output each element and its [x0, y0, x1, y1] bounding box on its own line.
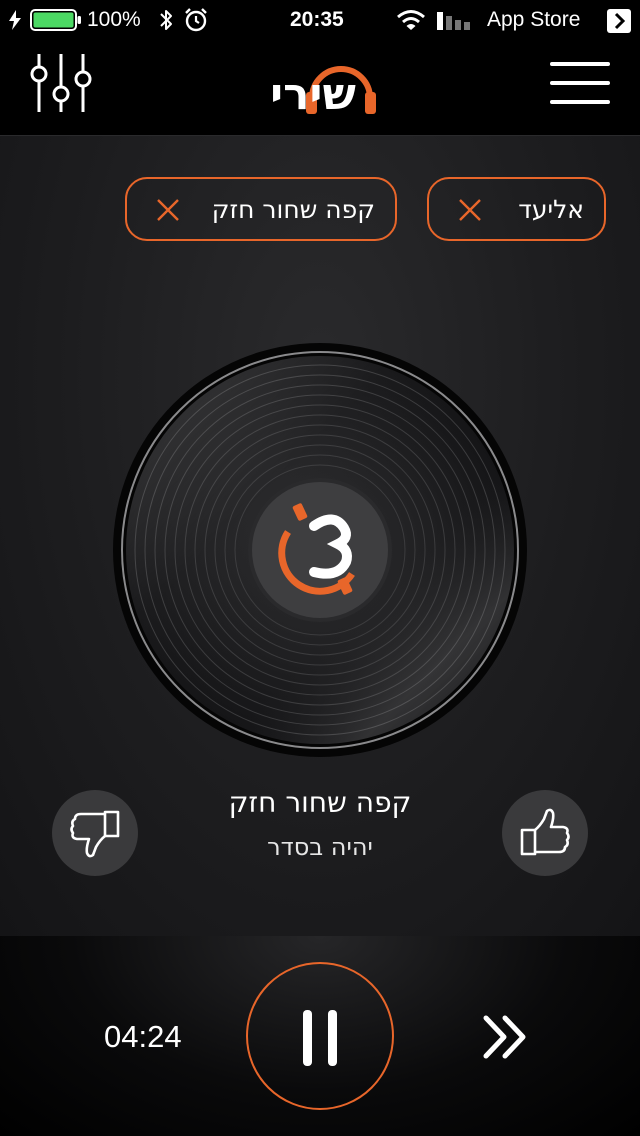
like-button[interactable]: [502, 790, 588, 876]
battery-percent: 100%: [87, 8, 141, 31]
charging-icon: [9, 10, 21, 30]
pause-icon-bar: [328, 1010, 337, 1066]
filter-chip-label: קפה שחור חזק: [211, 195, 375, 224]
equalizer-icon[interactable]: [28, 52, 94, 114]
logo-text: שירי: [270, 69, 356, 120]
pause-button[interactable]: [246, 962, 394, 1110]
status-bar: 100% 20:35 App Store: [0, 0, 640, 40]
bluetooth-icon: [160, 10, 172, 30]
thumbs-down-icon: [70, 810, 120, 858]
elapsed-time: 04:24: [104, 1019, 182, 1054]
close-icon[interactable]: [155, 197, 181, 223]
thumbs-up-icon: [520, 808, 570, 856]
song-title: קפה שחור חזק: [228, 786, 412, 819]
vinyl-record: [113, 343, 527, 757]
skip-forward-icon[interactable]: [481, 1014, 529, 1060]
alarm-icon: [185, 8, 207, 32]
filter-chip-artist[interactable]: אליעד: [427, 177, 606, 241]
chevron-right-icon[interactable]: [606, 8, 632, 34]
filter-chip-song[interactable]: קפה שחור חזק: [125, 177, 397, 241]
pause-icon-bar: [303, 1010, 312, 1066]
close-icon[interactable]: [457, 197, 483, 223]
back-to-app-label[interactable]: App Store: [487, 6, 580, 34]
filter-chip-label: אליעד: [518, 195, 584, 224]
app-logo: שירי: [258, 48, 382, 128]
clock: 20:35: [290, 8, 344, 31]
app-header: שירי: [0, 40, 640, 136]
battery-icon: [30, 9, 81, 31]
menu-icon[interactable]: [550, 61, 610, 105]
dislike-button[interactable]: [52, 790, 138, 876]
wifi-icon: [397, 10, 425, 30]
signal-icon: [437, 12, 470, 30]
song-artist: יהיה בסדר: [267, 833, 373, 861]
